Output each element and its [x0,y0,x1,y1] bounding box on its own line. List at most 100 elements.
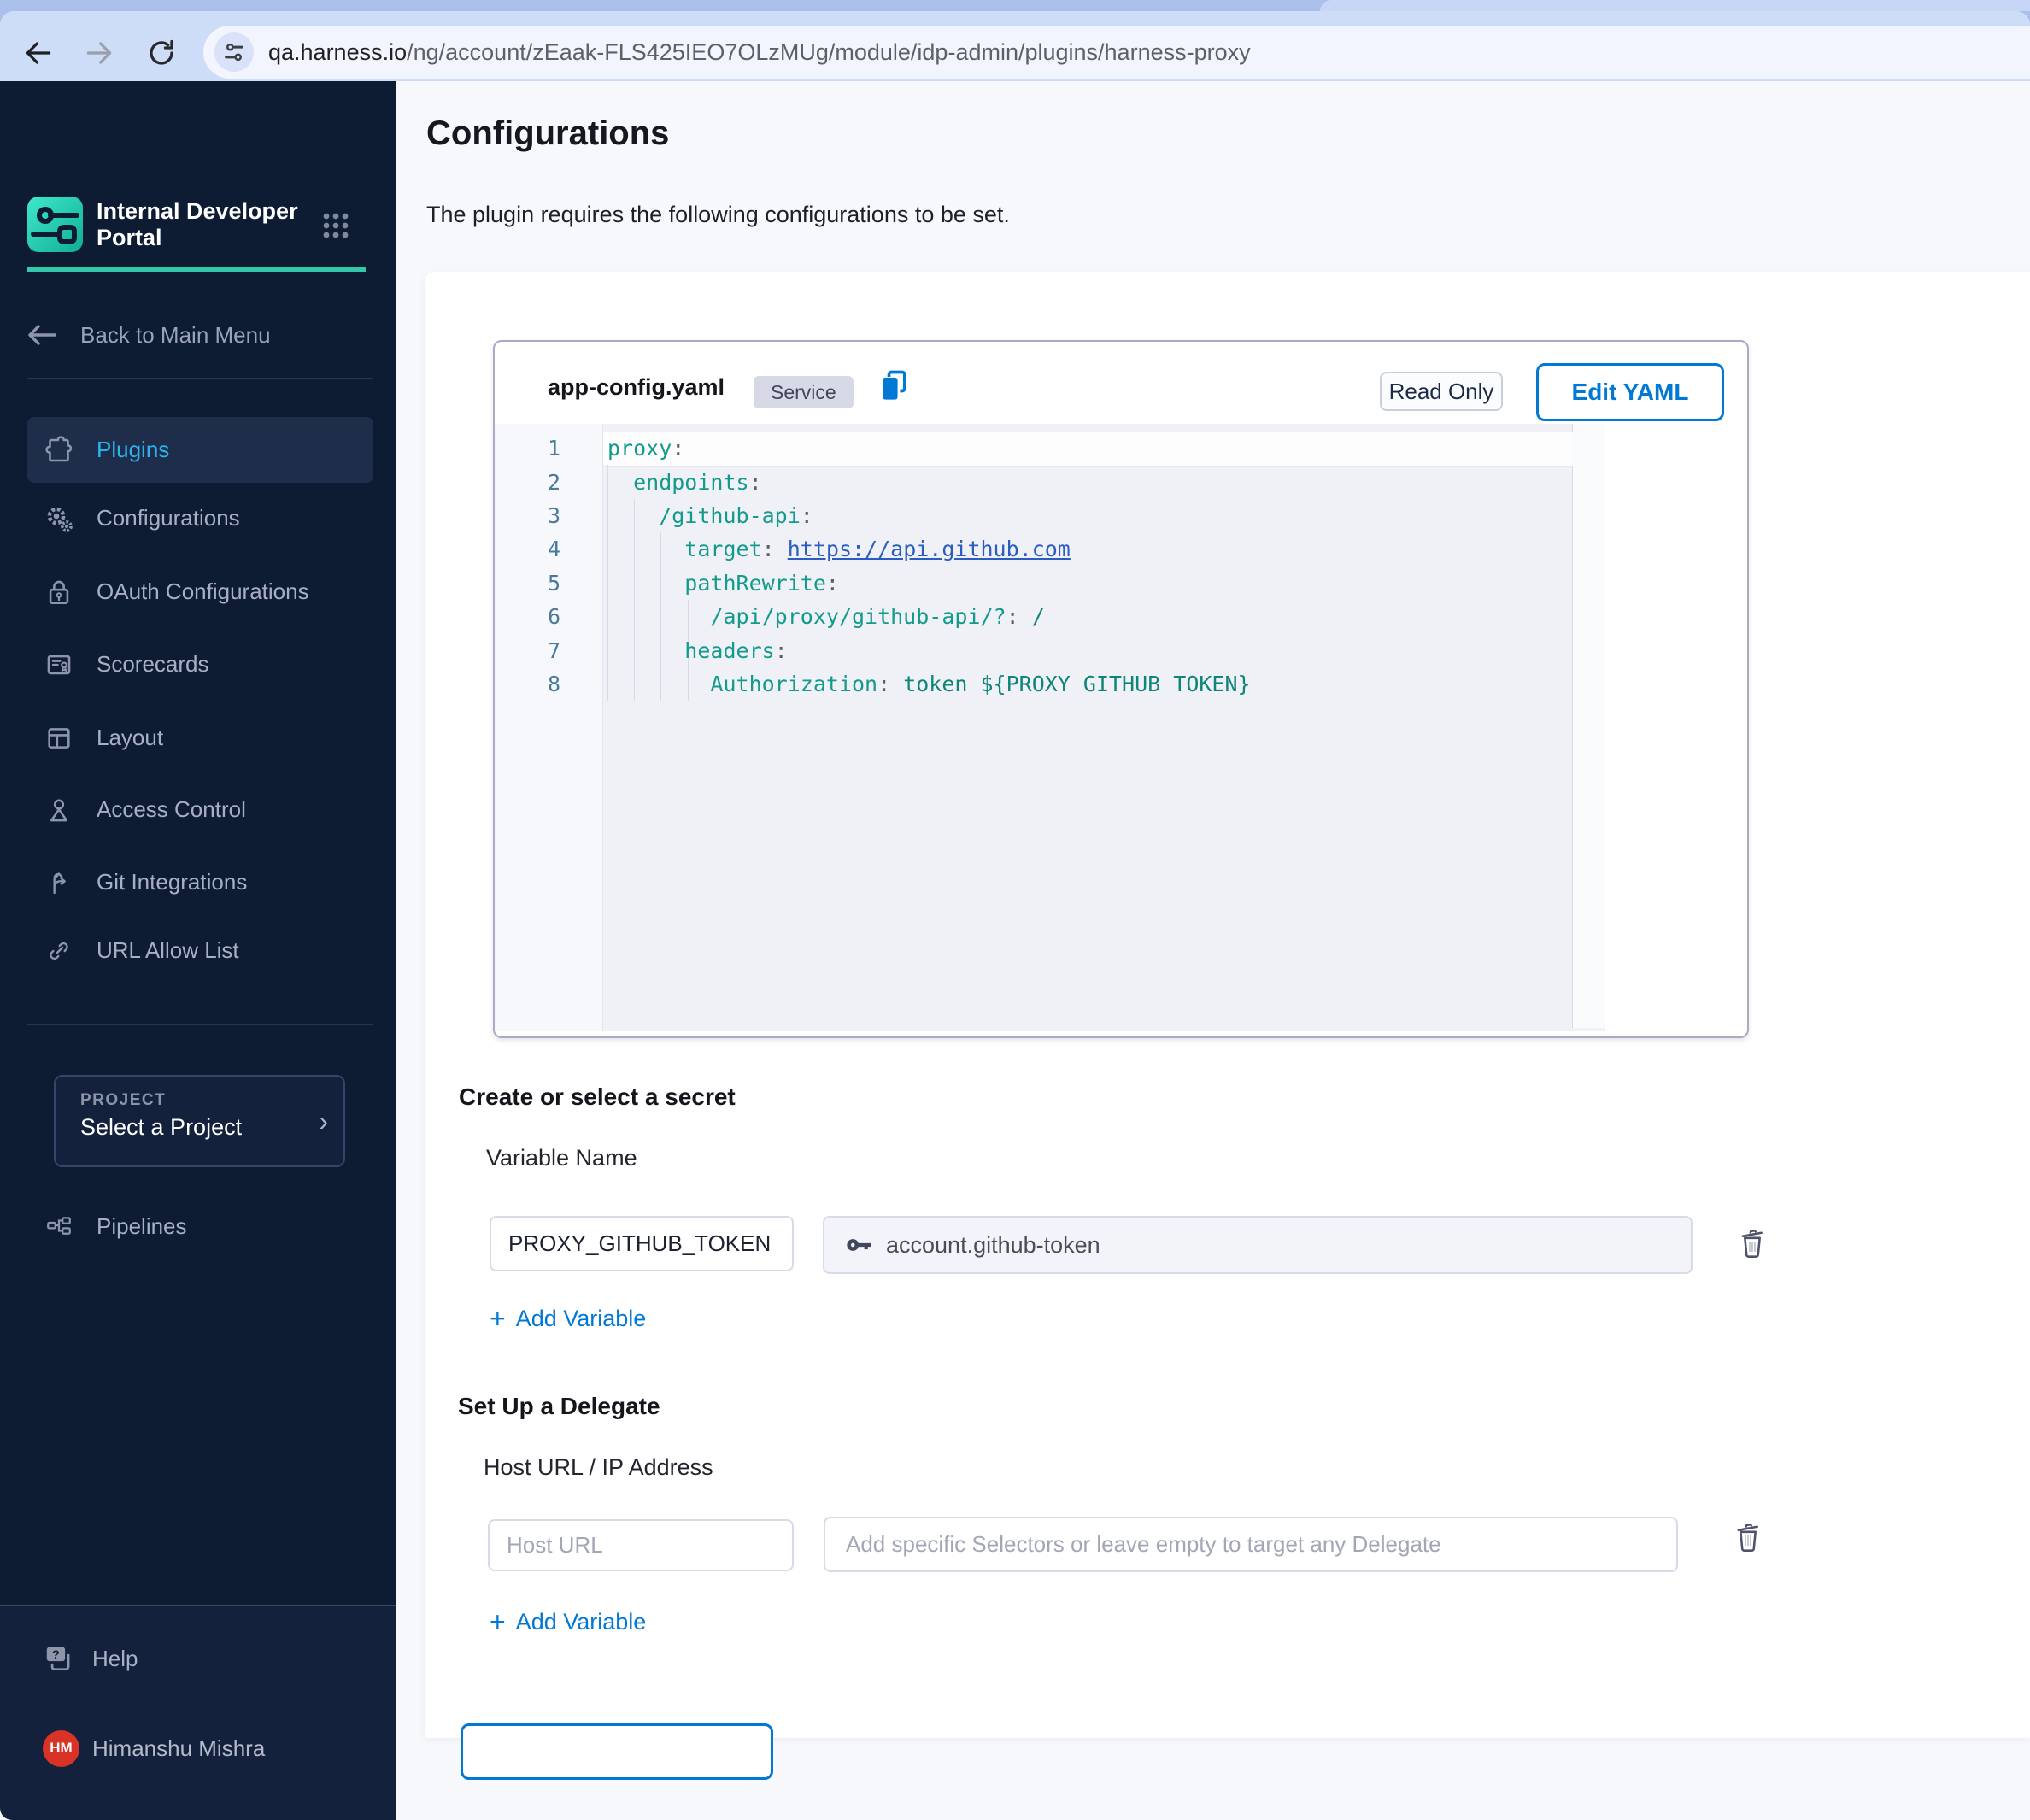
reload-icon [150,39,173,65]
sidebar-item-access-control[interactable]: Access Control [27,777,373,842]
url-path: /ng/account/zEaak-FLS425IEO7OLzMUg/modul… [407,38,1251,65]
sidebar-item-label: Pipelines [97,1213,187,1239]
add-delegate-variable-button[interactable]: + Add Variable [490,1605,646,1639]
code-line: 6 /api/proxy/github-api/?: / [547,604,1045,630]
brand: Internal Developer Portal [27,197,369,253]
back-arrow-icon [26,42,51,64]
site-info-button[interactable] [214,32,254,72]
code-lines: 1 proxy: 2 endpoints: 3 /github-api: 4 ta… [495,432,1573,701]
code-line: 5 pathRewrite: [547,570,839,596]
sidebar: Internal Developer Portal Back to Main M… [0,81,396,1820]
variable-name-input[interactable] [490,1216,794,1271]
sidebar-item-oauth-configurations[interactable]: OAuth Configurations [27,559,373,625]
sidebar-item-layout[interactable]: Layout [27,705,373,771]
person-icon [43,794,75,826]
brand-title: Internal Developer Portal [97,198,298,250]
brand-underline [27,267,366,272]
delegate-selectors-input[interactable] [824,1517,1678,1572]
service-badge: Service [754,376,854,408]
editor-scrollbar[interactable] [1572,424,1605,1028]
pipelines-icon [43,1211,75,1243]
delete-variable-button[interactable] [1735,1225,1769,1263]
page-subtitle: The plugin requires the following config… [426,202,1010,227]
read-only-button[interactable]: Read Only [1380,372,1503,411]
help-button[interactable]: ? Help [43,1640,367,1677]
delete-delegate-row-button[interactable] [1731,1519,1765,1557]
code-line: 2 endpoints: [547,469,762,495]
sidebar-item-git-integrations[interactable]: Git Integrations [27,849,373,915]
branch-arrows-icon [43,866,75,899]
page-title: Configurations [426,114,670,152]
variable-name-label: Variable Name [486,1145,637,1171]
browser-chrome: qa.harness.io/ng/account/zEaak-FLS425IEO… [0,0,2030,81]
sidebar-item-label: OAuth Configurations [97,578,309,604]
delegate-section-heading: Set Up a Delegate [458,1393,660,1419]
sidebar-item-label: Configurations [97,505,240,531]
avatar: HM [43,1729,79,1767]
back-arrow-icon [28,325,56,345]
sidebar-item-scorecards[interactable]: Scorecards [27,631,373,697]
yaml-config-card: app-config.yaml Service Read Only Edit Y… [493,340,1749,1038]
host-url-label: Host URL / IP Address [484,1454,713,1480]
save-configurations-button[interactable] [461,1723,773,1780]
code-line: 7 headers: [547,637,788,663]
forward-arrow-icon [86,42,112,64]
user-name: Himanshu Mishra [92,1735,266,1761]
puzzle-icon [43,434,75,467]
add-variable-button[interactable]: + Add Variable [490,1301,646,1336]
layout-icon [43,722,75,754]
secret-section-heading: Create or select a secret [459,1083,736,1110]
sidebar-item-pipelines[interactable]: Pipelines [27,1194,373,1259]
sidebar-footer: ? Help HM Himanshu Mishra [0,1605,396,1820]
browser-toolbar: qa.harness.io/ng/account/zEaak-FLS425IEO… [0,11,2030,81]
project-selector[interactable]: PROJECT Select a Project › [54,1075,345,1167]
divider [27,378,373,379]
plus-icon: + [490,1606,506,1637]
sidebar-item-label: Layout [97,725,164,750]
secret-value: account.github-token [886,1231,1100,1258]
sidebar-item-configurations[interactable]: Configurations [27,485,373,551]
secret-select[interactable]: account.github-token [823,1216,1693,1274]
url-host: qa.harness.io [268,38,408,65]
code-line: 3 /github-api: [547,502,813,528]
code-line: 8 Authorization: token ${PROXY_GITHUB_TO… [547,671,1251,696]
sidebar-item-plugins[interactable]: Plugins [27,417,373,483]
yaml-link[interactable]: https://api.github.com [788,537,1071,561]
code-line: 1 proxy: [547,436,685,461]
url-bar[interactable]: qa.harness.io/ng/account/zEaak-FLS425IEO… [203,26,2030,79]
divider [27,1024,373,1025]
url-text: qa.harness.io/ng/account/zEaak-FLS425IEO… [268,39,1251,66]
project-value: Select a Project [80,1114,243,1140]
trash-icon [1741,1230,1763,1258]
help-chat-icon: ? [46,1647,70,1671]
sidebar-item-url-allow-list[interactable]: URL Allow List [27,918,373,983]
help-label: Help [92,1645,138,1671]
svg-text:?: ? [52,1648,60,1662]
tune-icon [225,43,243,62]
yaml-editor[interactable]: 1 proxy: 2 endpoints: 3 /github-api: 4 ta… [495,424,1605,1031]
edit-yaml-button[interactable]: Edit YAML [1536,363,1724,421]
user-menu[interactable]: HM Himanshu Mishra [43,1729,367,1768]
browser-back-button[interactable] [15,30,62,76]
idp-logo-icon [27,197,83,252]
lock-icon [43,576,75,608]
sidebar-item-label: Git Integrations [97,869,248,895]
browser-forward-button[interactable] [76,30,122,76]
file-name: app-config.yaml [548,374,725,400]
key-icon [847,1239,871,1251]
copy-icon[interactable] [875,367,912,405]
trash-icon [1737,1524,1758,1552]
project-label: PROJECT [80,1091,167,1109]
browser-tab-strip [1320,0,2030,11]
plus-icon: + [490,1302,506,1334]
link-icon [43,935,75,967]
app-grid-menu-button[interactable] [320,209,352,242]
host-url-input[interactable] [488,1519,794,1571]
code-line: 4 target: https://api.github.com [547,537,1071,562]
sidebar-item-label: URL Allow List [97,937,239,963]
back-to-main-menu[interactable]: Back to Main Menu [27,314,366,356]
sidebar-item-label: Plugins [97,437,170,462]
sidebar-item-label: Access Control [97,796,246,822]
browser-reload-button[interactable] [138,30,185,76]
scorecard-icon [43,649,75,681]
